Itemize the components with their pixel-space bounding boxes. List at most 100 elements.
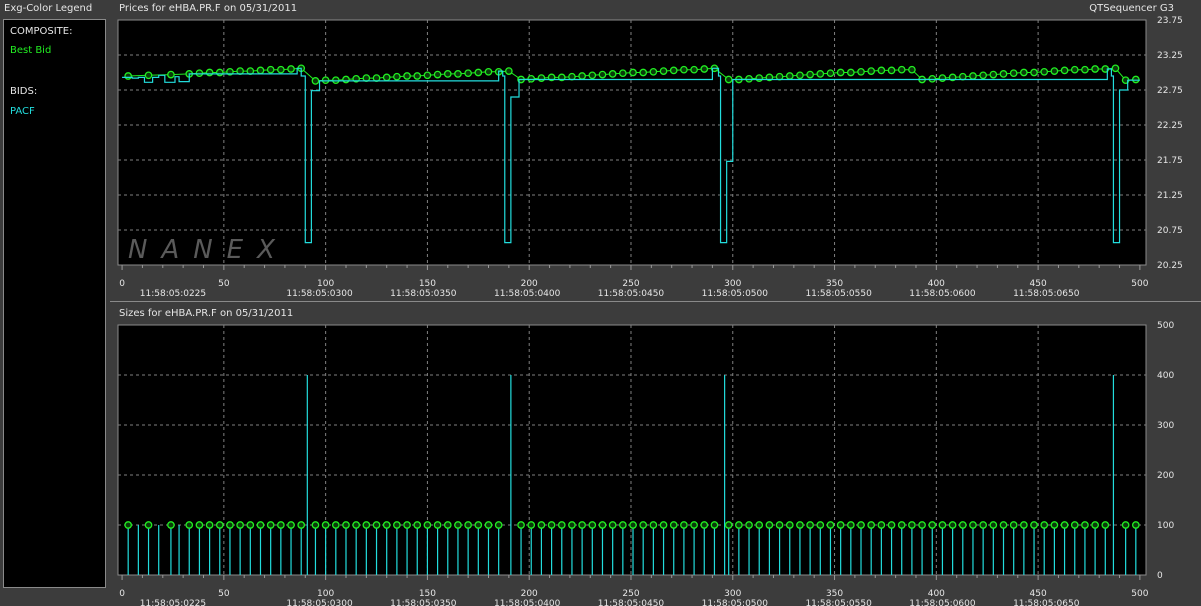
size-best-bid-size-marker (352, 521, 361, 529)
price-best-bid-marker (680, 65, 688, 74)
price-best-bid-marker (311, 77, 320, 85)
price-best-bid-marker (969, 72, 977, 80)
size-best-bid-size-marker (669, 521, 678, 529)
size-best-bid-size-marker (690, 521, 698, 529)
size-best-bid-size-marker (618, 521, 627, 529)
price-x-tick-label: 450 (1030, 279, 1047, 289)
size-best-bid-size-marker (578, 521, 586, 529)
price-best-bid-marker (124, 72, 133, 80)
price-best-bid-marker (796, 71, 804, 80)
price-best-bid-marker (816, 70, 825, 78)
size-x-tick-label: 350 (826, 589, 843, 599)
price-best-bid-marker (700, 65, 709, 73)
size-best-bid-size-marker (537, 521, 546, 529)
size-best-bid-size-marker (999, 521, 1008, 529)
size-best-bid-size-marker (167, 521, 175, 529)
size-best-bid-size-marker (321, 521, 330, 529)
price-best-bid-marker (342, 75, 350, 84)
size-x-tick-label: 500 (1131, 589, 1148, 599)
size-best-bid-size-marker (938, 521, 947, 529)
size-best-bid-size-marker (1020, 521, 1028, 529)
price-best-bid-marker (433, 70, 442, 79)
price-best-bid-marker (659, 67, 668, 75)
size-best-bid-size-marker (608, 521, 617, 529)
size-best-bid-size-marker (256, 521, 265, 529)
size-time-label: 11:58:05:0300 (286, 599, 353, 606)
price-best-bid-marker (393, 72, 401, 81)
price-time-label: 11:58:05:0300 (286, 289, 353, 299)
price-best-bid-marker (785, 72, 794, 80)
price-x-tick-label: 500 (1131, 279, 1148, 289)
size-best-bid-size-marker (588, 521, 597, 529)
size-best-bid-size-marker (958, 521, 967, 529)
price-best-bid-marker (669, 66, 678, 75)
price-best-bid-marker (287, 65, 295, 73)
size-best-bid-size-marker (474, 521, 483, 529)
size-best-bid-size-marker (969, 521, 977, 529)
price-best-bid-marker (608, 70, 617, 78)
price-best-bid-marker (1070, 65, 1079, 74)
price-best-bid-marker (979, 71, 987, 80)
size-x-tick-label: 0 (119, 589, 125, 599)
size-best-bid-size-marker (785, 521, 794, 529)
price-best-bid-marker (598, 70, 607, 79)
size-best-bid-size-marker (433, 521, 442, 529)
size-time-label: 11:58:05:0650 (1013, 599, 1080, 606)
size-best-bid-size-marker (372, 521, 381, 529)
size-best-bid-size-marker (215, 521, 224, 529)
size-best-bid-size-marker (144, 521, 153, 529)
charts-canvas[interactable]: 23.75 23.25 22.75 22.25 21.75 21.25 20.75 20.25… (0, 0, 1201, 606)
size-best-bid-size-marker (413, 521, 422, 529)
size-time-label: 11:58:05:0225 (140, 599, 206, 606)
size-best-bid-size-marker (342, 521, 350, 529)
size-y-tick-label: 0 (1157, 571, 1163, 581)
price-best-bid-marker (836, 68, 845, 77)
size-best-bid-size-marker (568, 521, 576, 529)
size-best-bid-size-marker (649, 521, 658, 529)
size-best-bid-size-marker (1081, 521, 1089, 529)
size-best-bid-size-marker (266, 521, 275, 529)
price-x-tick-label: 50 (218, 279, 230, 289)
size-y-tick-label: 300 (1157, 421, 1174, 431)
size-best-bid-size-marker (547, 521, 556, 529)
price-best-bid-marker (745, 74, 753, 83)
size-best-bid-size-marker (928, 521, 937, 529)
size-best-bid-size-marker (700, 521, 709, 529)
size-x-tick-label: 100 (317, 589, 334, 599)
size-best-bid-size-marker (423, 521, 432, 529)
price-time-label: 11:58:05:0650 (1013, 289, 1080, 299)
price-x-tick-label: 100 (317, 279, 334, 289)
size-best-bid-size-marker (331, 521, 340, 529)
size-best-bid-size-marker (311, 521, 320, 529)
price-best-bid-marker (504, 67, 513, 75)
price-y-tick-label: 21.25 (1157, 191, 1183, 201)
size-best-bid-size-marker (393, 521, 401, 529)
price-best-bid-marker (527, 74, 536, 83)
price-best-bid-marker (277, 65, 285, 74)
size-best-bid-size-marker (403, 521, 411, 529)
size-best-bid-size-marker (806, 521, 814, 529)
size-best-bid-size-marker (639, 521, 648, 529)
size-best-bid-size-marker (494, 521, 503, 529)
price-best-bid-marker (826, 69, 835, 78)
size-best-bid-size-marker (897, 521, 906, 529)
size-best-bid-size-marker (857, 521, 865, 529)
price-best-bid-marker (144, 71, 153, 80)
size-best-bid-size-marker (908, 521, 916, 529)
price-best-bid-marker (1111, 64, 1120, 73)
size-best-bid-size-marker (1131, 521, 1140, 529)
size-best-bid-size-marker (1121, 521, 1130, 529)
size-y-tick-label: 200 (1157, 471, 1174, 481)
size-best-bid-size-marker (755, 521, 764, 529)
size-best-bid-size-marker (527, 521, 536, 529)
size-best-bid-size-marker (454, 521, 462, 529)
price-best-bid-marker (857, 67, 865, 76)
size-best-bid-size-marker (680, 521, 688, 529)
size-best-bid-size-marker (1040, 521, 1049, 529)
size-best-bid-size-marker (765, 521, 774, 529)
price-best-bid-marker (1060, 66, 1069, 75)
price-best-bid-marker (908, 65, 916, 74)
price-best-bid-marker (897, 65, 906, 74)
size-best-bid-size-marker (464, 521, 472, 529)
size-best-bid-size-marker (877, 521, 886, 529)
